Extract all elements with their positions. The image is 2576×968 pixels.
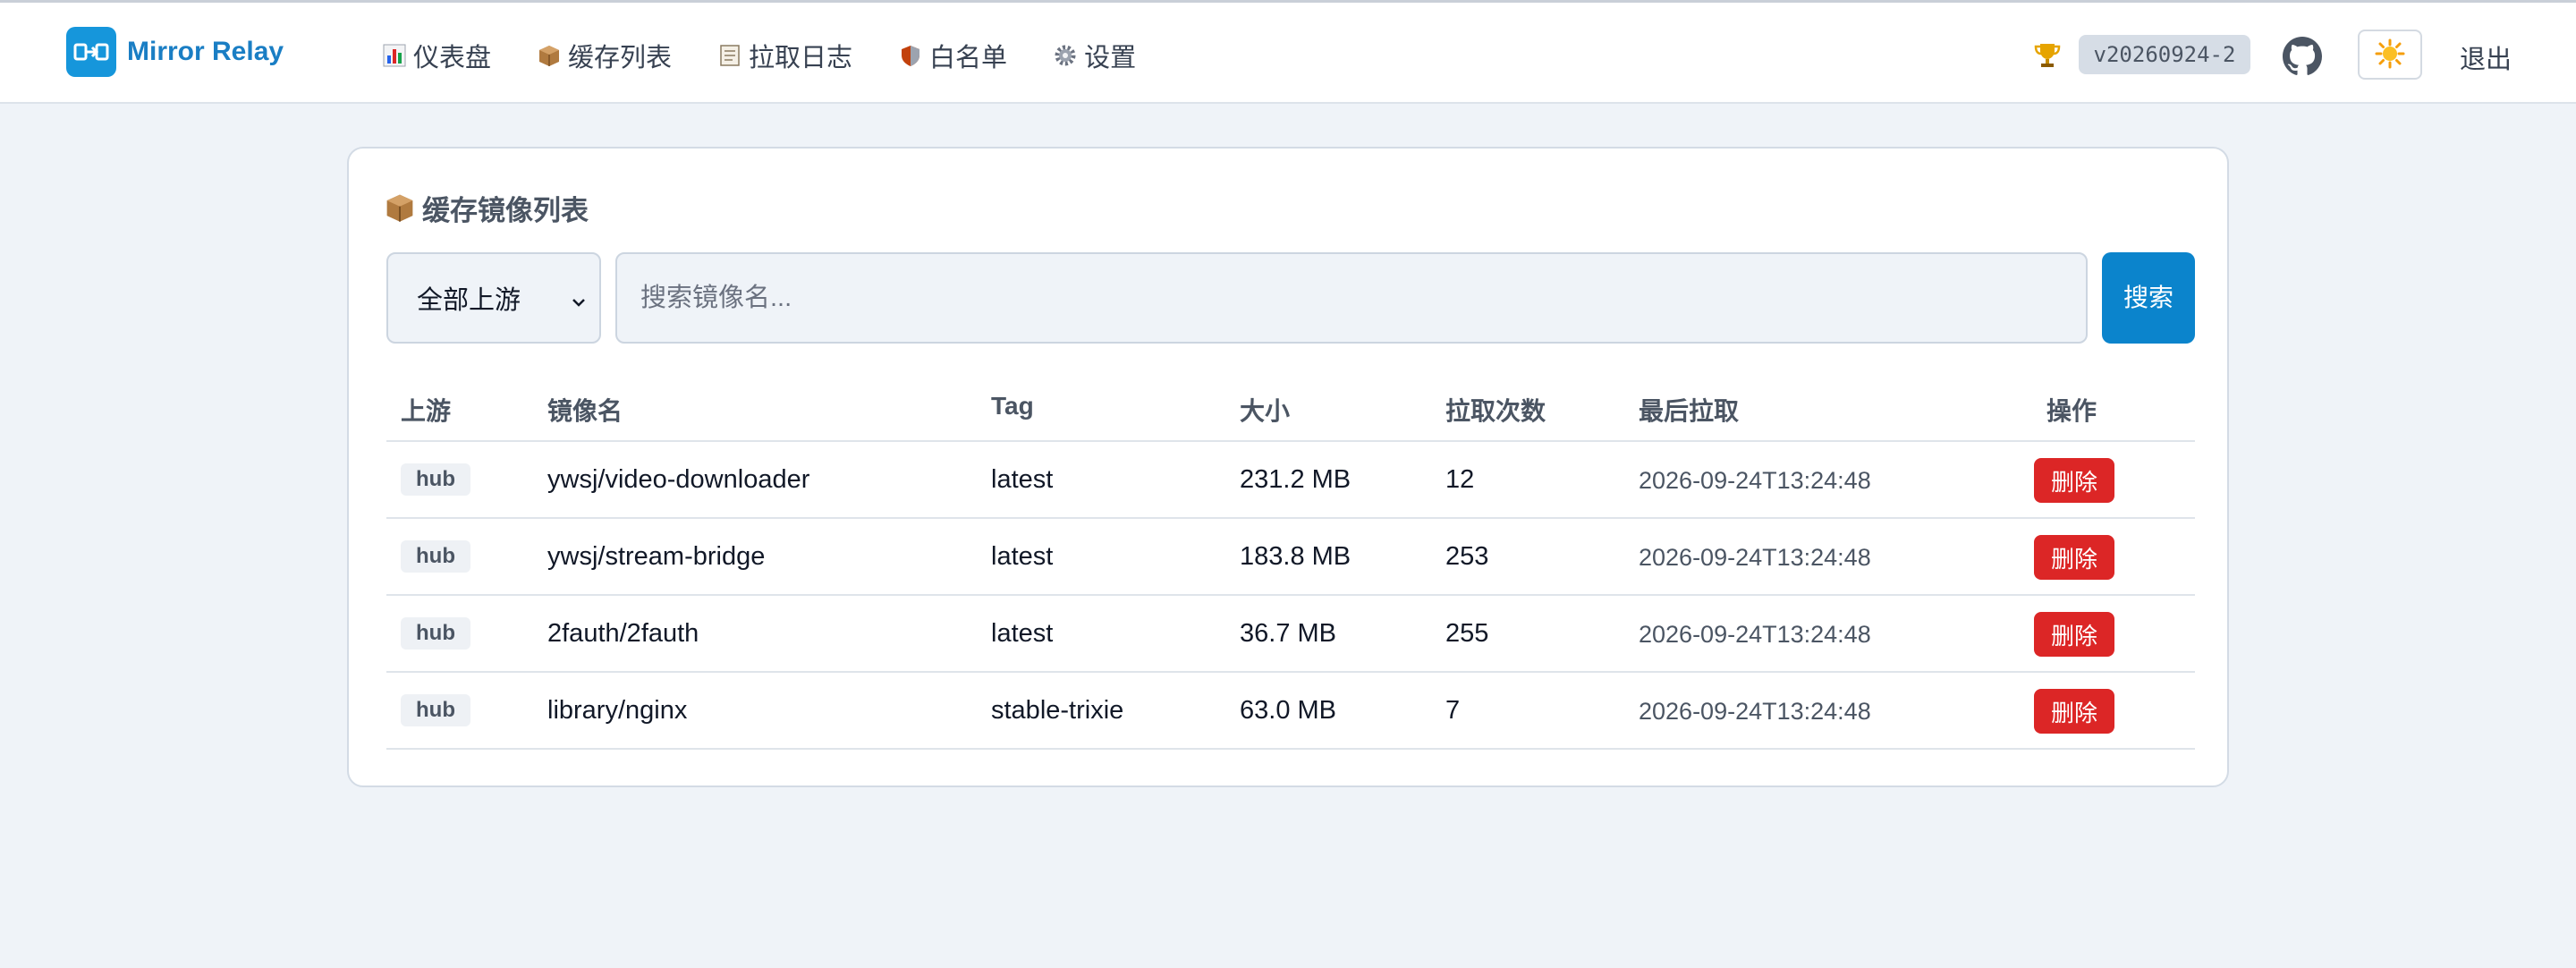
nav-item-whitelist[interactable]: 白名单 — [899, 37, 1007, 74]
upstream-select-value: 全部上游 — [417, 286, 521, 315]
logout-link[interactable]: 退出 — [2460, 38, 2512, 76]
column-header-upstream: 上游 — [401, 397, 452, 425]
main-nav: 仪表盘 缓存列表 拉取日志 白名单 设置 — [383, 30, 1182, 81]
trophy-icon[interactable] — [2032, 40, 2063, 71]
table-header: 上游 镜像名 Tag 大小 拉取次数 最后拉取 操作 — [386, 372, 2195, 442]
image-size: 231.2 MB — [1240, 465, 1352, 494]
image-tag: latest — [991, 619, 1054, 648]
last-pull-time: 2026-09-24T13:24:48 — [1639, 621, 1871, 648]
last-pull-time: 2026-09-24T13:24:48 — [1639, 544, 1871, 571]
upstream-badge: hub — [401, 540, 470, 573]
last-pull-time: 2026-09-24T13:24:48 — [1639, 467, 1871, 494]
search-input[interactable] — [615, 252, 2088, 344]
version-badge: v20260924-2 — [2079, 35, 2250, 74]
delete-button[interactable]: 删除 — [2034, 458, 2114, 503]
delete-button[interactable]: 删除 — [2034, 535, 2114, 580]
pull-count: 253 — [1445, 542, 1489, 571]
chevron-down-icon — [569, 290, 589, 310]
mirror-relay-logo-icon — [66, 27, 116, 77]
table-row: hub ywsj/stream-bridge latest 183.8 MB 2… — [386, 519, 2195, 596]
sun-icon — [2375, 38, 2405, 72]
pull-count: 255 — [1445, 619, 1489, 648]
nav-item-cache-list[interactable]: 缓存列表 — [538, 37, 672, 74]
image-name: library/nginx — [547, 696, 688, 725]
card-title: 缓存镜像列表 — [385, 190, 589, 226]
image-tag: latest — [991, 542, 1054, 571]
column-header-pull-count: 拉取次数 — [1445, 397, 1546, 425]
upstream-select[interactable]: 全部上游 — [386, 252, 601, 344]
bar-chart-icon — [383, 44, 406, 67]
brand[interactable]: Mirror Relay — [66, 26, 284, 78]
shield-icon — [899, 44, 922, 67]
upstream-badge: hub — [401, 694, 470, 726]
delete-button[interactable]: 删除 — [2034, 612, 2114, 657]
table-row: hub 2fauth/2fauth latest 36.7 MB 255 202… — [386, 596, 2195, 673]
column-header-image-name: 镜像名 — [547, 397, 623, 425]
image-name: 2fauth/2fauth — [547, 619, 699, 648]
gear-icon — [1054, 44, 1077, 67]
nav-item-pull-log[interactable]: 拉取日志 — [718, 37, 852, 74]
image-name: ywsj/stream-bridge — [547, 542, 766, 571]
image-tag: stable-trixie — [991, 696, 1124, 725]
column-header-size: 大小 — [1240, 397, 1291, 425]
column-header-tag: Tag — [991, 392, 1034, 420]
log-icon — [718, 44, 741, 67]
pull-count: 12 — [1445, 465, 1475, 494]
image-size: 36.7 MB — [1240, 619, 1336, 648]
theme-toggle-button[interactable] — [2358, 30, 2422, 80]
table-row: hub ywsj/video-downloader latest 231.2 M… — [386, 442, 2195, 519]
cache-list-card: 缓存镜像列表 全部上游 搜索 上游 镜像名 Tag 大小 拉取次数 最后拉取 操… — [347, 147, 2229, 787]
last-pull-time: 2026-09-24T13:24:48 — [1639, 698, 1871, 725]
nav-item-label: 仪表盘 — [413, 44, 492, 72]
header-tools: v20260924-2 退出 — [1950, 30, 2576, 81]
github-icon[interactable] — [2283, 37, 2322, 76]
delete-button[interactable]: 删除 — [2034, 689, 2114, 734]
upstream-badge: hub — [401, 617, 470, 650]
nav-item-label: 拉取日志 — [749, 44, 853, 72]
pull-count: 7 — [1445, 696, 1461, 725]
nav-item-label: 缓存列表 — [568, 44, 673, 72]
table-row: hub library/nginx stable-trixie 63.0 MB … — [386, 673, 2195, 750]
nav-item-settings[interactable]: 设置 — [1054, 37, 1136, 74]
package-icon — [538, 44, 561, 67]
cache-table: 上游 镜像名 Tag 大小 拉取次数 最后拉取 操作 hub ywsj/vide… — [386, 372, 2195, 750]
nav-item-label: 设置 — [1084, 44, 1137, 72]
upstream-badge: hub — [401, 463, 470, 496]
app-name: Mirror Relay — [127, 37, 284, 66]
image-tag: latest — [991, 465, 1054, 494]
image-name: ywsj/video-downloader — [547, 465, 810, 494]
card-title-text: 缓存镜像列表 — [422, 194, 589, 226]
column-header-actions: 操作 — [2046, 397, 2097, 425]
nav-item-dashboard[interactable]: 仪表盘 — [383, 37, 491, 74]
image-size: 183.8 MB — [1240, 542, 1352, 571]
top-navbar: Mirror Relay 仪表盘 缓存列表 拉取日志 白名单 设置 v20260… — [0, 0, 2576, 104]
nav-item-label: 白名单 — [929, 44, 1008, 72]
column-header-last-pull: 最后拉取 — [1639, 397, 1740, 425]
package-icon — [385, 192, 415, 223]
image-size: 63.0 MB — [1240, 696, 1336, 725]
search-button[interactable]: 搜索 — [2102, 252, 2195, 344]
